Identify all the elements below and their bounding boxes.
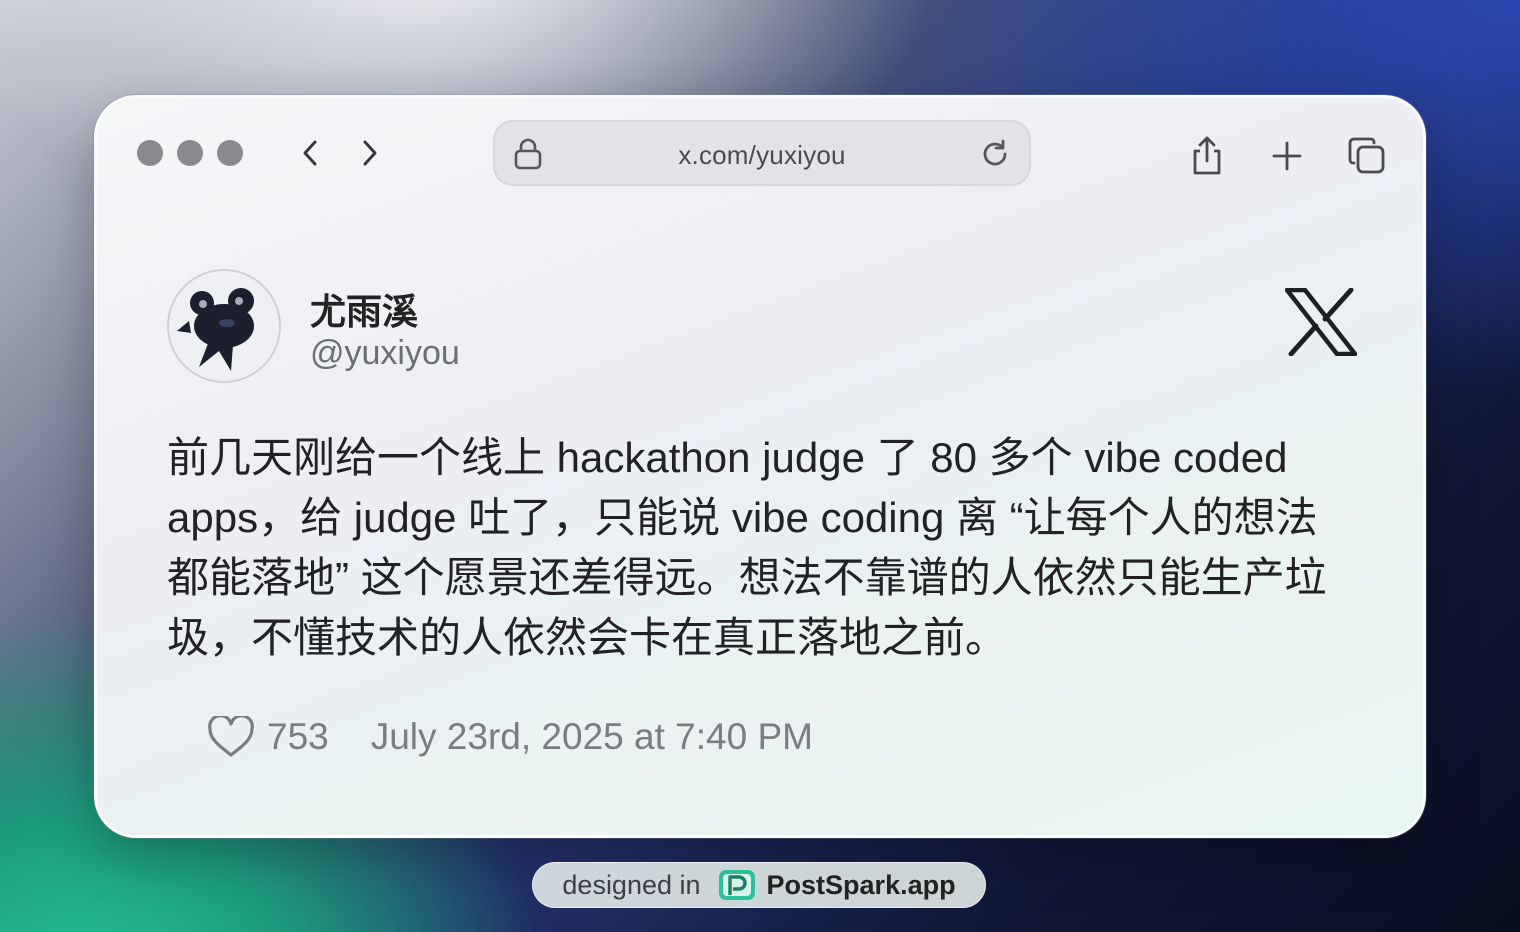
share-icon [1193,136,1221,175]
avatar-image [169,271,279,381]
traffic-lights [137,140,243,166]
new-tab-button[interactable] [1265,134,1309,178]
chevron-left-icon [303,140,317,166]
badge-prefix: designed in [562,869,701,900]
close-window-button[interactable] [137,140,163,166]
browser-window: x.com/yuxiyou 尤雨溪 @yuxiyou 前几天刚给一个线上 hac… [94,95,1426,838]
back-button[interactable] [293,136,327,170]
reload-icon[interactable] [979,138,1011,170]
tabs-icon [1348,137,1385,174]
minimize-window-button[interactable] [177,140,203,166]
tweet-text: 前几天刚给一个线上 hackathon judge 了 80 多个 vibe c… [167,434,1327,661]
share-button[interactable] [1185,134,1229,178]
display-name[interactable]: 尤雨溪 [310,283,418,335]
like-count: 753 [267,716,329,757]
plus-icon [1272,141,1302,171]
url-text: x.com/yuxiyou [678,140,846,170]
heart-icon[interactable] [207,716,255,758]
address-bar[interactable]: x.com/yuxiyou [493,120,1031,186]
tabs-overview-button[interactable] [1345,134,1389,178]
postspark-logo-icon [718,870,755,900]
user-handle[interactable]: @yuxiyou [310,334,460,373]
zoom-window-button[interactable] [217,140,243,166]
avatar[interactable] [167,269,281,383]
tweet-footer: 753 July 23rd, 2025 at 7:40 PM [207,716,813,758]
tweet-timestamp: July 23rd, 2025 at 7:40 PM [370,716,813,757]
x-logo-icon[interactable] [1285,288,1357,356]
forward-button[interactable] [353,136,387,170]
postspark-badge[interactable]: designed in PostSpark.app [532,862,986,908]
chevron-right-icon [363,140,377,166]
badge-brand: PostSpark.app [766,869,956,900]
